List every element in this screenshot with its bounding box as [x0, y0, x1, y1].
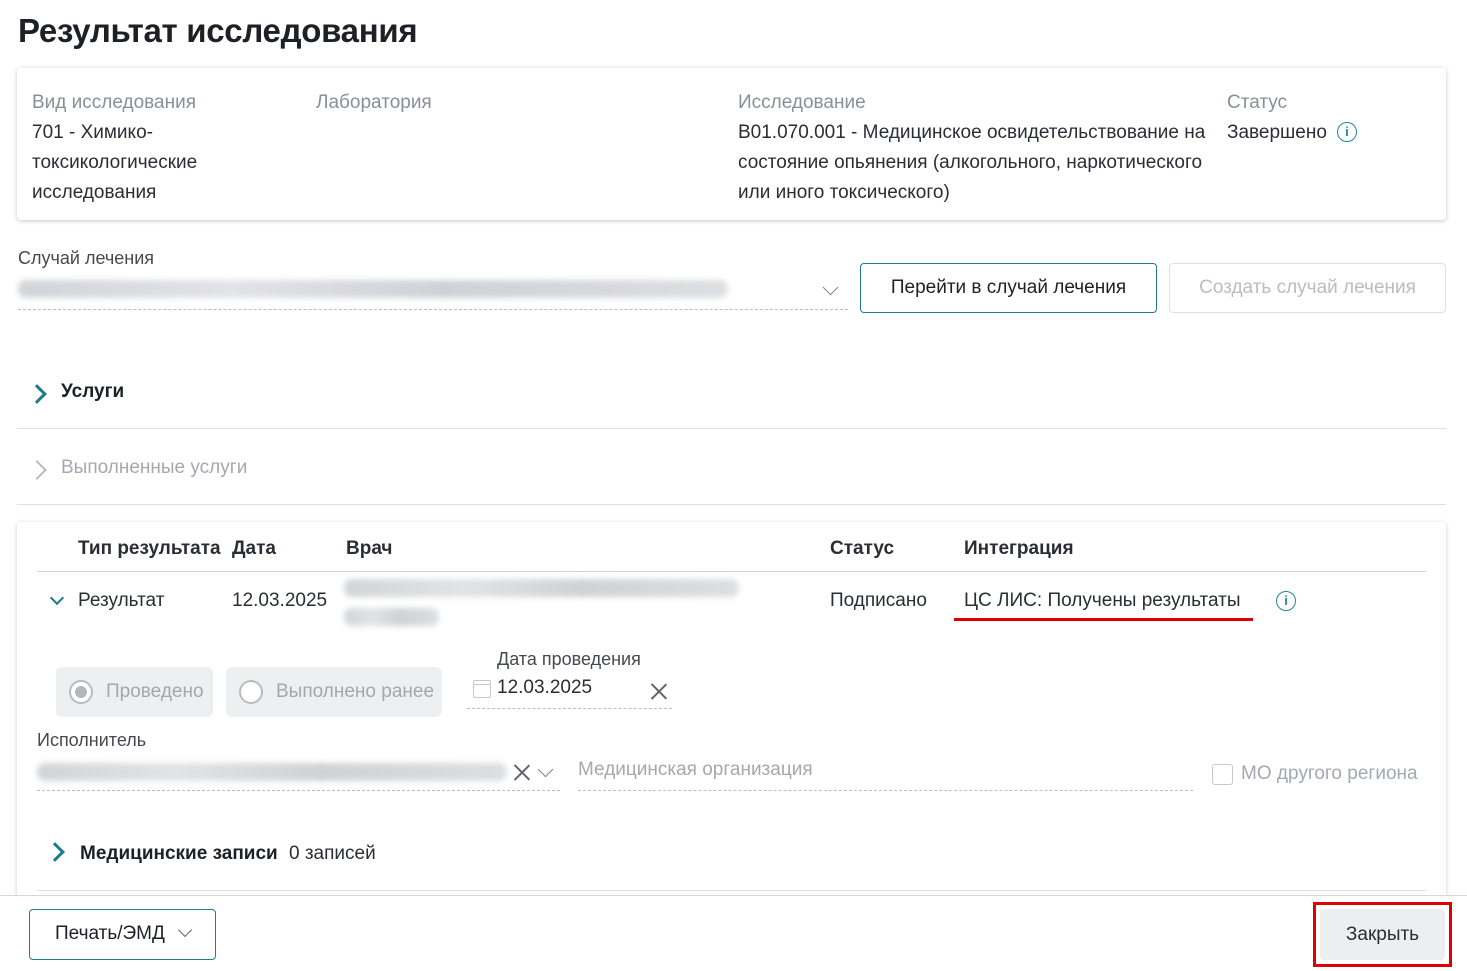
lab-label: Лаборатория — [316, 92, 432, 113]
chevron-down-icon[interactable] — [537, 761, 554, 778]
status-value-row: Завершено i — [1227, 118, 1427, 148]
case-select[interactable] — [18, 270, 848, 310]
calendar-icon[interactable] — [473, 680, 491, 698]
section-completed-services[interactable]: Выполненные услуги — [17, 429, 1446, 505]
executor-value-redacted — [37, 763, 507, 781]
clear-icon[interactable] — [513, 763, 531, 781]
radio-done-earlier[interactable]: Выполнено ранее — [226, 667, 442, 717]
date-label: Дата проведения — [497, 649, 641, 669]
row-doctor-redacted — [344, 579, 739, 597]
records-title[interactable]: Медицинские записи — [80, 843, 278, 865]
records-divider — [37, 890, 1426, 891]
radio-done-earlier-label: Выполнено ранее — [276, 681, 435, 702]
chevron-down-icon[interactable] — [822, 279, 839, 296]
chevron-right-icon — [27, 460, 47, 480]
info-icon[interactable]: i — [1336, 122, 1357, 142]
col-header-status: Статус — [830, 538, 895, 559]
chevron-right-icon — [27, 384, 47, 404]
executor-select[interactable] — [37, 752, 560, 791]
row-date: 12.03.2025 — [232, 590, 328, 611]
section-services-title: Услуги — [61, 381, 125, 402]
radio-circle — [239, 680, 263, 704]
status-block: Статус Завершено i — [1227, 88, 1427, 148]
study-label: Исследование — [738, 92, 866, 113]
col-header-doctor: Врач — [346, 538, 393, 559]
executor-label: Исполнитель — [37, 730, 147, 750]
case-value-redacted — [18, 280, 728, 298]
close-highlight: Закрыть — [1313, 902, 1452, 967]
row-status: Подписано — [830, 590, 927, 611]
other-region-label: МО другого региона — [1241, 763, 1418, 784]
chevron-down-icon[interactable] — [49, 590, 65, 606]
lab-block: Лаборатория — [316, 88, 616, 118]
print-emd-button[interactable]: Печать/ЭМД — [29, 909, 216, 960]
date-value: 12.03.2025 — [497, 677, 593, 698]
page-title: Результат исследования — [18, 12, 418, 49]
col-header-type: Тип результата — [78, 538, 221, 559]
col-header-date: Дата — [232, 538, 276, 559]
print-emd-label: Печать/ЭМД — [55, 923, 165, 944]
row-integration: ЦС ЛИС: Получены результаты — [964, 590, 1241, 611]
col-header-integration: Интеграция — [964, 538, 1074, 559]
other-region-checkbox[interactable] — [1212, 764, 1233, 785]
radio-circle-checked — [69, 680, 93, 704]
clear-icon[interactable] — [650, 682, 668, 700]
study-type-label: Вид исследования — [32, 92, 196, 113]
study-info-card: Вид исследования 701 - Химико-токсиколог… — [17, 68, 1446, 220]
info-icon[interactable]: i — [1276, 591, 1296, 611]
header-divider — [37, 571, 1426, 572]
chevron-down-icon — [177, 922, 193, 938]
goto-case-button[interactable]: Перейти в случай лечения — [860, 263, 1157, 313]
case-label: Случай лечения — [18, 248, 154, 268]
study-type-block: Вид исследования 701 - Химико-токсиколог… — [32, 88, 262, 208]
records-count: 0 записей — [289, 843, 376, 864]
highlight-underline — [954, 618, 1253, 621]
study-value: B01.070.001 - Медицинское освидетельство… — [738, 122, 1206, 203]
create-case-button[interactable]: Создать случай лечения — [1169, 263, 1446, 313]
med-org-placeholder: Медицинская организация — [578, 759, 813, 780]
row-doctor-redacted-2 — [344, 608, 439, 626]
study-type-value: 701 - Химико-токсикологические исследова… — [32, 122, 198, 203]
date-input[interactable]: 12.03.2025 — [467, 672, 672, 709]
study-block: Исследование B01.070.001 - Медицинское о… — [738, 88, 1218, 208]
status-label: Статус — [1227, 92, 1288, 113]
section-completed-services-title: Выполненные услуги — [61, 457, 248, 478]
status-value: Завершено — [1227, 122, 1327, 143]
close-button[interactable]: Закрыть — [1320, 909, 1445, 960]
radio-done-label: Проведено — [106, 681, 204, 702]
footer-bar: Печать/ЭМД Закрыть — [0, 895, 1467, 971]
row-type: Результат — [78, 590, 165, 611]
chevron-right-icon[interactable] — [45, 842, 65, 862]
radio-done[interactable]: Проведено — [56, 667, 213, 717]
med-org-input[interactable]: Медицинская организация — [578, 752, 1193, 791]
section-services[interactable]: Услуги — [17, 353, 1446, 429]
